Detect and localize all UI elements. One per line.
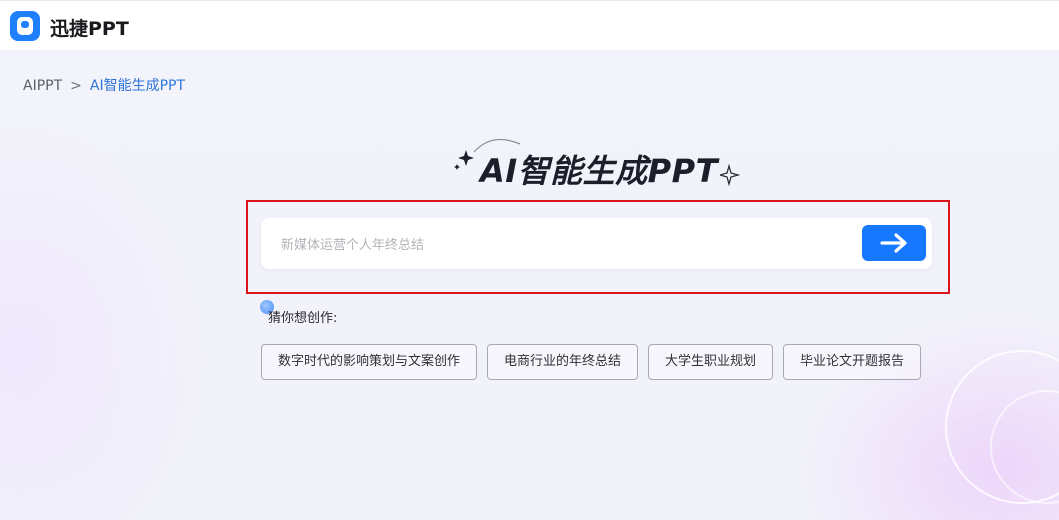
prompt-box [261,218,932,269]
main-content: AIPPT > AI智能生成PPT AI智能生成PPT 猜你想创作: 数字时代的影响… [0,50,1059,520]
page-title: AI智能生成PPT [480,152,718,190]
suggestion-label: 猜你想创作: [268,311,338,326]
suggestion-chip[interactable]: 大学生职业规划 [648,344,773,380]
app-logo-icon[interactable] [10,11,40,41]
generate-button[interactable] [862,225,926,261]
app-name[interactable]: 迅捷PPT [50,14,129,41]
top-header: 迅捷PPT [0,0,1059,50]
breadcrumb-current: AI智能生成PPT [89,78,186,94]
star-outline-icon [720,164,740,186]
arrow-right-icon [880,233,907,253]
suggestion-chip[interactable]: 电商行业的年终总结 [487,344,638,380]
breadcrumb-separator: > [70,78,82,94]
hero-title-block: AI智能生成PPT [452,138,752,190]
prompt-input[interactable] [279,233,843,257]
breadcrumb-root[interactable]: AIPPT [23,78,62,94]
suggestion-chip[interactable]: 毕业论文开题报告 [783,344,921,380]
breadcrumb: AIPPT > AI智能生成PPT [23,75,185,95]
suggestion-chip[interactable]: 数字时代的影响策划与文案创作 [261,344,477,380]
